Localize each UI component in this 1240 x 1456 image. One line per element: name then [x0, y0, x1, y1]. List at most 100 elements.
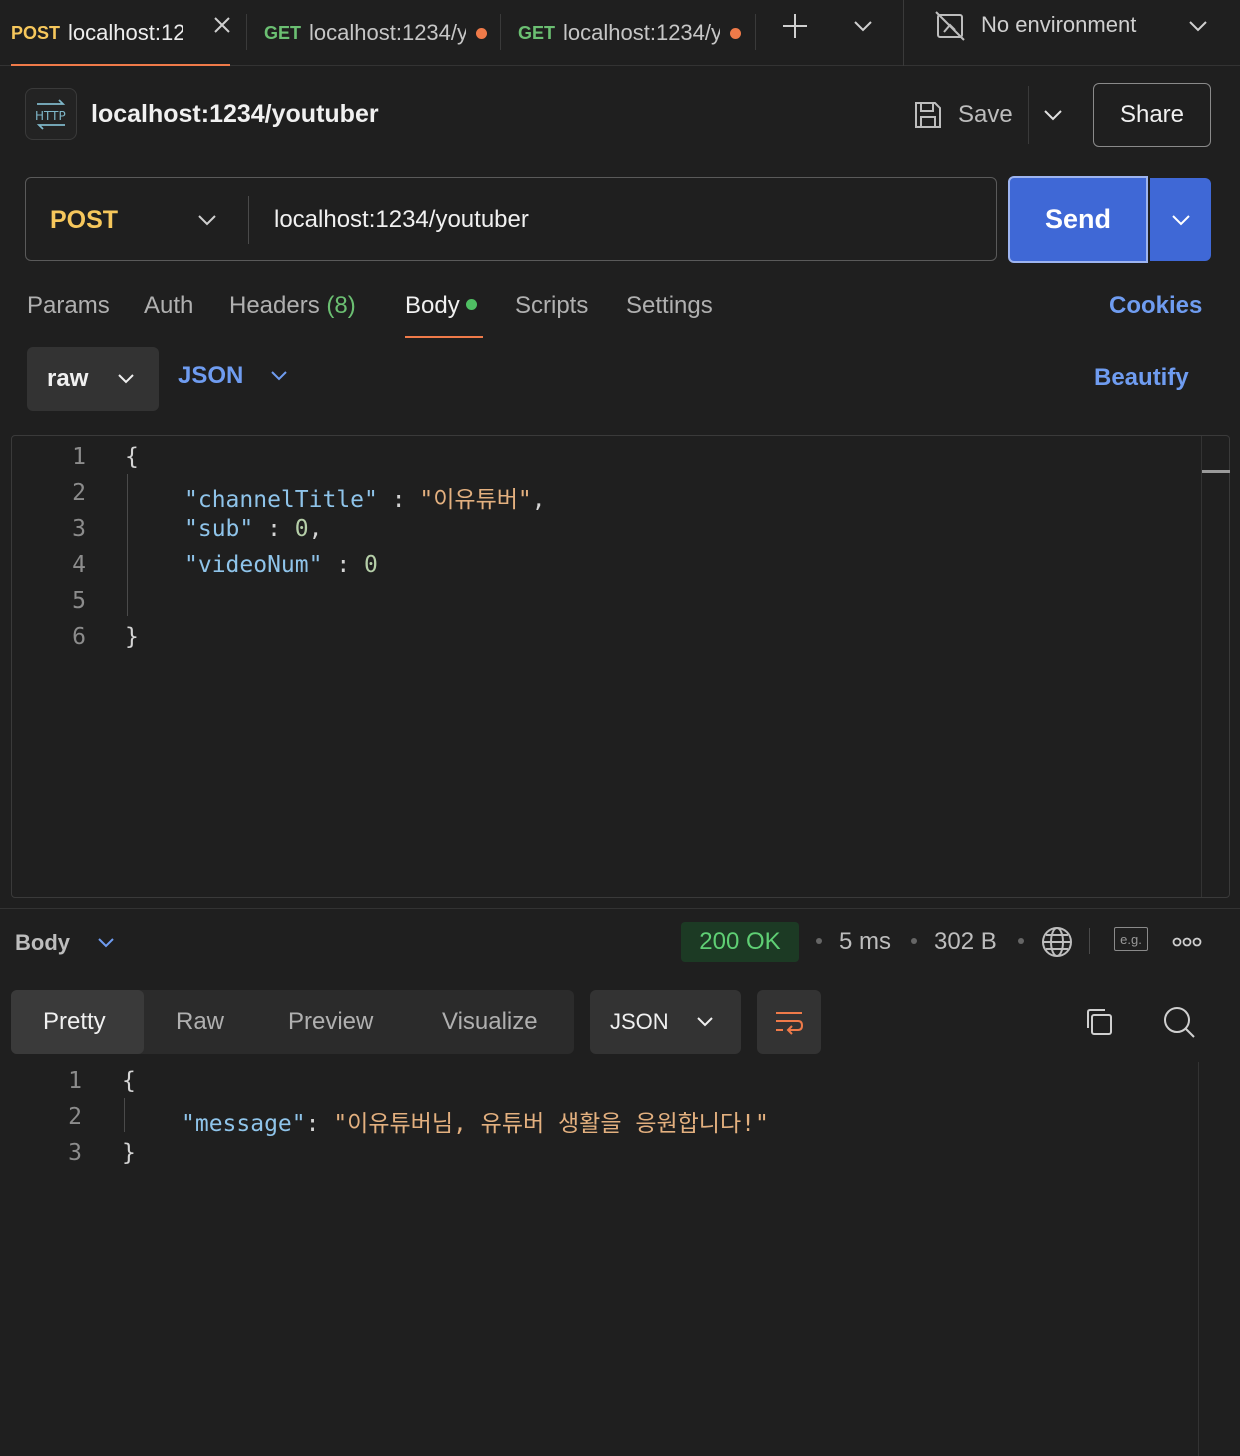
active-tab-indicator	[11, 64, 230, 66]
beautify-button[interactable]: Beautify	[1094, 364, 1189, 392]
json-key: "channelTitle"	[184, 487, 378, 513]
line-number: 3	[72, 516, 86, 542]
more-options-icon[interactable]	[1172, 936, 1202, 948]
request-title[interactable]: localhost:1234/youtuber	[91, 100, 379, 129]
json-key: "sub"	[184, 516, 254, 542]
plus-icon[interactable]	[781, 12, 809, 40]
status-badge[interactable]: 200 OK	[681, 922, 799, 962]
tab-divider	[755, 14, 756, 50]
code-line: "message": "이유튜버님, 유튜버 생활을 응원합니다!"	[181, 1104, 769, 1138]
tab-body[interactable]: Body	[405, 292, 477, 320]
json-key: "videoNum"	[184, 552, 323, 578]
tab-method-post: POST	[11, 22, 61, 43]
line-number: 5	[72, 588, 86, 614]
tab-scripts[interactable]: Scripts	[515, 292, 588, 320]
editor-scroll-marker[interactable]	[1202, 470, 1230, 473]
unsaved-dot	[476, 27, 488, 39]
active-tab-indicator	[405, 336, 483, 338]
separator-dot	[1018, 938, 1024, 944]
view-tab-raw[interactable]: Raw	[176, 990, 224, 1054]
save-divider	[1028, 86, 1029, 144]
tab-params[interactable]: Params	[27, 292, 110, 320]
share-button[interactable]: Share	[1093, 83, 1211, 147]
tab-bar: POST localhost:1234/youtuber GET localho…	[0, 0, 1240, 66]
response-format-label: JSON	[610, 1009, 669, 1034]
svg-text:HTTP: HTTP	[35, 109, 66, 123]
code-brace-close: }	[125, 624, 139, 650]
chevron-down-icon[interactable]	[1187, 18, 1209, 34]
view-tab-pretty[interactable]: Pretty	[43, 990, 106, 1054]
save-button[interactable]: Save	[912, 96, 1013, 134]
view-tab-visualize[interactable]: Visualize	[442, 990, 538, 1054]
response-time[interactable]: 5 ms	[839, 928, 891, 956]
url-input[interactable]: localhost:1234/youtuber	[274, 178, 529, 262]
json-colon: :	[253, 516, 295, 542]
response-size[interactable]: 302 B	[934, 928, 997, 956]
view-tab-preview[interactable]: Preview	[288, 990, 373, 1054]
cookies-link[interactable]: Cookies	[1109, 292, 1202, 320]
json-comma: ,	[308, 516, 323, 542]
globe-icon[interactable]	[1040, 925, 1074, 959]
tab-divider	[903, 0, 904, 66]
request-tab-3[interactable]: GET localhost:1234/youtuber	[518, 0, 742, 66]
close-icon[interactable]	[212, 15, 232, 35]
json-number: 0	[364, 552, 378, 578]
line-number: 1	[68, 1068, 82, 1094]
code-line: "videoNum" : 0	[184, 552, 378, 578]
send-button[interactable]: Send	[1008, 176, 1148, 263]
body-format-label: JSON	[178, 362, 244, 389]
wrap-lines-button[interactable]	[757, 990, 821, 1054]
code-line: "sub" : 0,	[184, 516, 323, 542]
code-brace-open: {	[125, 444, 139, 470]
tab-settings[interactable]: Settings	[626, 292, 713, 320]
chevron-down-icon	[1170, 212, 1192, 228]
json-comma: ,	[531, 487, 546, 513]
tab-divider	[500, 14, 501, 50]
chevron-down-icon	[116, 372, 136, 386]
chevron-down-icon[interactable]	[852, 18, 874, 34]
chevron-down-icon	[96, 936, 116, 950]
json-colon: :	[377, 487, 420, 513]
json-string: "이유튜버"	[419, 487, 532, 513]
environment-selector[interactable]: No environment	[981, 12, 1136, 38]
request-body-editor[interactable]: 1 2 3 4 5 6 { "channelTitle" : "이유튜버", "…	[11, 435, 1230, 898]
http-icon: HTTP	[25, 88, 77, 140]
send-options-button[interactable]	[1150, 178, 1211, 261]
json-string: "이유튜버님, 유튜버 생활을 응원합니다!"	[333, 1111, 769, 1137]
save-label: Save	[958, 101, 1013, 128]
tab-body-label: Body	[405, 292, 460, 319]
request-tab-2[interactable]: GET localhost:1234/youtuber	[264, 0, 488, 66]
body-format-select[interactable]: JSON	[178, 362, 289, 390]
copy-icon[interactable]	[1083, 1006, 1115, 1038]
response-divider	[0, 908, 1240, 909]
save-example-icon[interactable]: e.g.	[1114, 927, 1148, 951]
chevron-down-icon	[196, 212, 218, 228]
chevron-down-icon	[269, 369, 289, 383]
body-indicator-dot	[465, 299, 477, 311]
save-options-chevron-icon[interactable]	[1042, 107, 1064, 123]
method-label: POST	[50, 205, 119, 234]
body-mode-select[interactable]: raw	[27, 347, 159, 411]
response-body-toggle[interactable]: Body	[15, 930, 116, 956]
line-number: 2	[72, 480, 86, 506]
method-select[interactable]: POST	[50, 178, 218, 262]
body-mode-label: raw	[47, 365, 89, 392]
tab-divider	[246, 14, 247, 50]
code-brace-open: {	[122, 1068, 136, 1094]
request-tab-1[interactable]: POST localhost:1234/youtuber	[11, 0, 183, 66]
tab-label: localhost:1234/youtuber	[68, 20, 183, 45]
json-key: "message"	[181, 1111, 306, 1137]
tab-headers[interactable]: Headers (8)	[229, 292, 356, 320]
line-number: 1	[72, 444, 86, 470]
save-icon	[912, 99, 944, 131]
response-body-viewer[interactable]: 1 2 3 { "message": "이유튜버님, 유튜버 생활을 응원합니다…	[0, 1062, 1198, 1456]
code-brace-close: }	[122, 1140, 136, 1166]
response-body-label: Body	[15, 930, 70, 955]
url-divider	[248, 196, 249, 244]
tab-auth[interactable]: Auth	[144, 292, 193, 320]
line-number: 2	[68, 1104, 82, 1130]
separator-dot	[911, 938, 917, 944]
search-icon[interactable]	[1162, 1005, 1196, 1039]
response-format-select[interactable]: JSON	[590, 990, 741, 1054]
tab-headers-label: Headers	[229, 292, 320, 319]
